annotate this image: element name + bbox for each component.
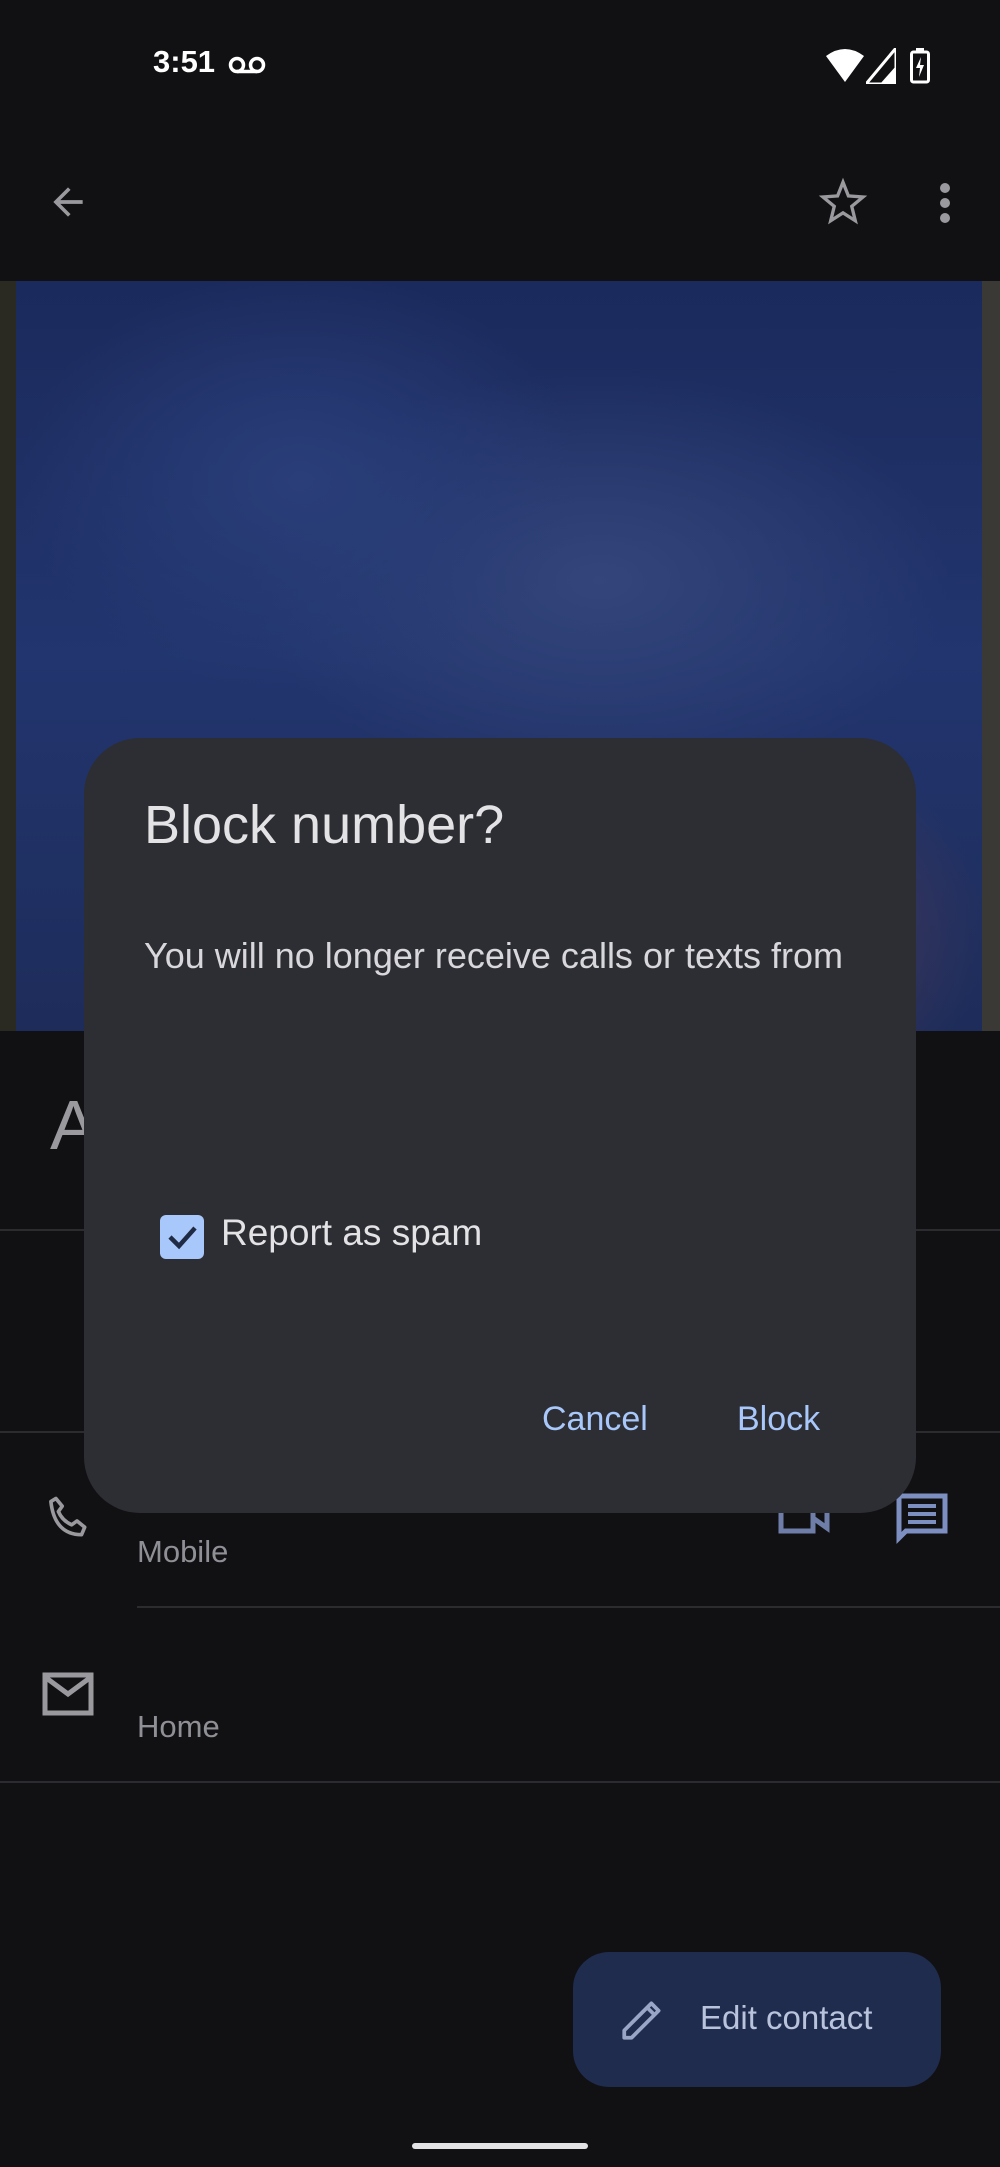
block-button[interactable]: Block bbox=[737, 1400, 820, 1439]
dialog-title: Block number? bbox=[144, 795, 505, 855]
report-spam-checkbox[interactable] bbox=[160, 1215, 204, 1259]
cancel-button[interactable]: Cancel bbox=[542, 1400, 648, 1439]
home-indicator[interactable] bbox=[412, 2143, 588, 2149]
block-number-dialog: Block number? You will no longer receive… bbox=[84, 738, 916, 1513]
checkmark-icon bbox=[168, 1226, 197, 1250]
report-spam-label[interactable]: Report as spam bbox=[221, 1212, 482, 1254]
dialog-message: You will no longer receive calls or text… bbox=[144, 935, 843, 976]
